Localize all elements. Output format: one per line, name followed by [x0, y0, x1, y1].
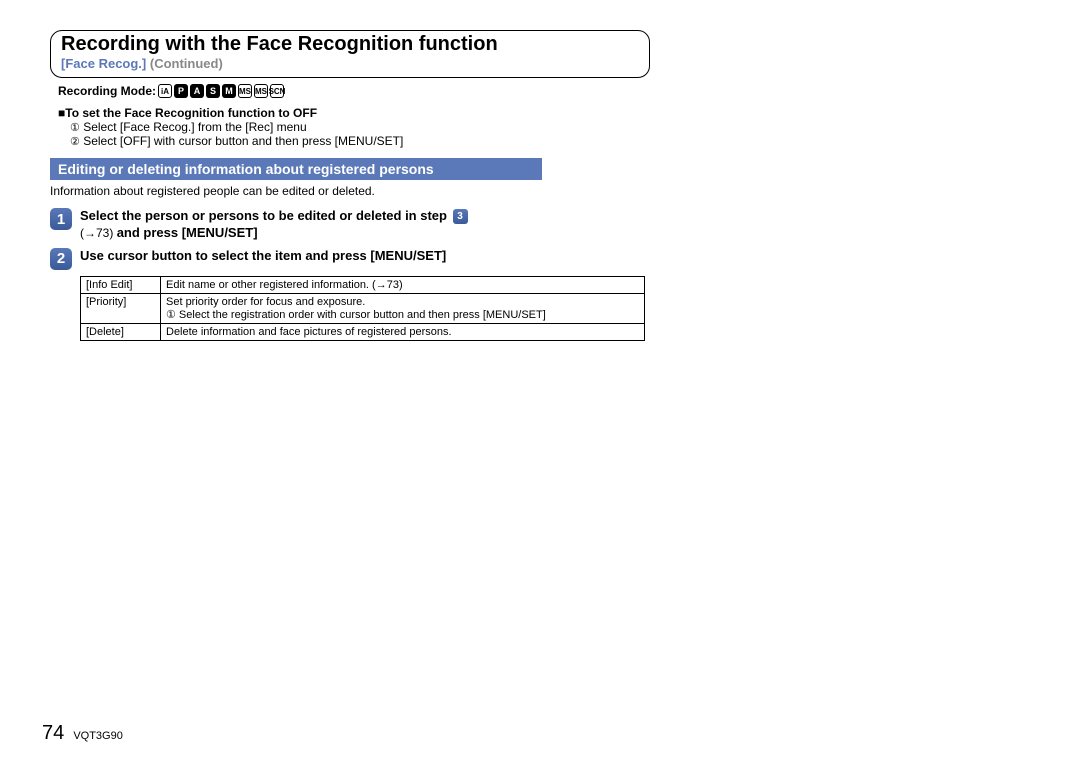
page-title: Recording with the Face Recognition func… [61, 33, 639, 56]
off-heading: ■To set the Face Recognition function to… [58, 106, 650, 120]
mode-icon-ia: iA [158, 84, 172, 98]
table-row: [Priority] Set priority order for focus … [81, 293, 645, 323]
cell-info-edit-desc: Edit name or other registered informatio… [161, 276, 645, 293]
mode-icon-ms1: MS [238, 84, 252, 98]
cell-delete-desc: Delete information and face pictures of … [161, 323, 645, 340]
page-footer: 74 VQT3G90 [42, 722, 123, 745]
table-row: [Delete] Delete information and face pic… [81, 323, 645, 340]
recording-mode-label: Recording Mode: [58, 84, 156, 98]
cell-priority: [Priority] [81, 293, 161, 323]
mode-icon-m: M [222, 84, 236, 98]
off-section: ■To set the Face Recognition function to… [58, 106, 650, 148]
section-band: Editing or deleting information about re… [50, 158, 542, 180]
continued-label: (Continued) [150, 56, 223, 71]
step-2-num: 2 [50, 248, 72, 270]
step-1-text: Select the person or persons to be edite… [80, 208, 470, 242]
title-box: Recording with the Face Recognition func… [50, 30, 650, 78]
face-recog-tag: [Face Recog.] [61, 56, 146, 71]
step-2-text: Use cursor button to select the item and… [80, 248, 446, 270]
step-2: 2 Use cursor button to select the item a… [50, 248, 650, 270]
cell-priority-desc: Set priority order for focus and exposur… [161, 293, 645, 323]
doc-code: VQT3G90 [73, 730, 123, 742]
table-row: [Info Edit] Edit name or other registere… [81, 276, 645, 293]
mode-icon-s: S [206, 84, 220, 98]
off-line2: ② Select [OFF] with cursor button and th… [70, 134, 650, 148]
step-1-num: 1 [50, 208, 72, 230]
mode-icon-p: P [174, 84, 188, 98]
options-table: [Info Edit] Edit name or other registere… [80, 276, 645, 341]
mode-icon-scn: SCN [270, 84, 284, 98]
subtitle: [Face Recog.] (Continued) [61, 56, 639, 71]
off-line1: ① Select [Face Recog.] from the [Rec] me… [70, 120, 650, 134]
page-number: 74 [42, 722, 64, 744]
mode-icon-ms2: MS [254, 84, 268, 98]
inline-step-ref-icon: 3 [453, 209, 468, 224]
recording-mode-row: Recording Mode: iA P A S M MS MS SCN [58, 84, 650, 98]
cell-delete: [Delete] [81, 323, 161, 340]
step-1: 1 Select the person or persons to be edi… [50, 208, 650, 242]
intro-text: Information about registered people can … [50, 184, 650, 198]
cell-info-edit: [Info Edit] [81, 276, 161, 293]
mode-icon-a: A [190, 84, 204, 98]
